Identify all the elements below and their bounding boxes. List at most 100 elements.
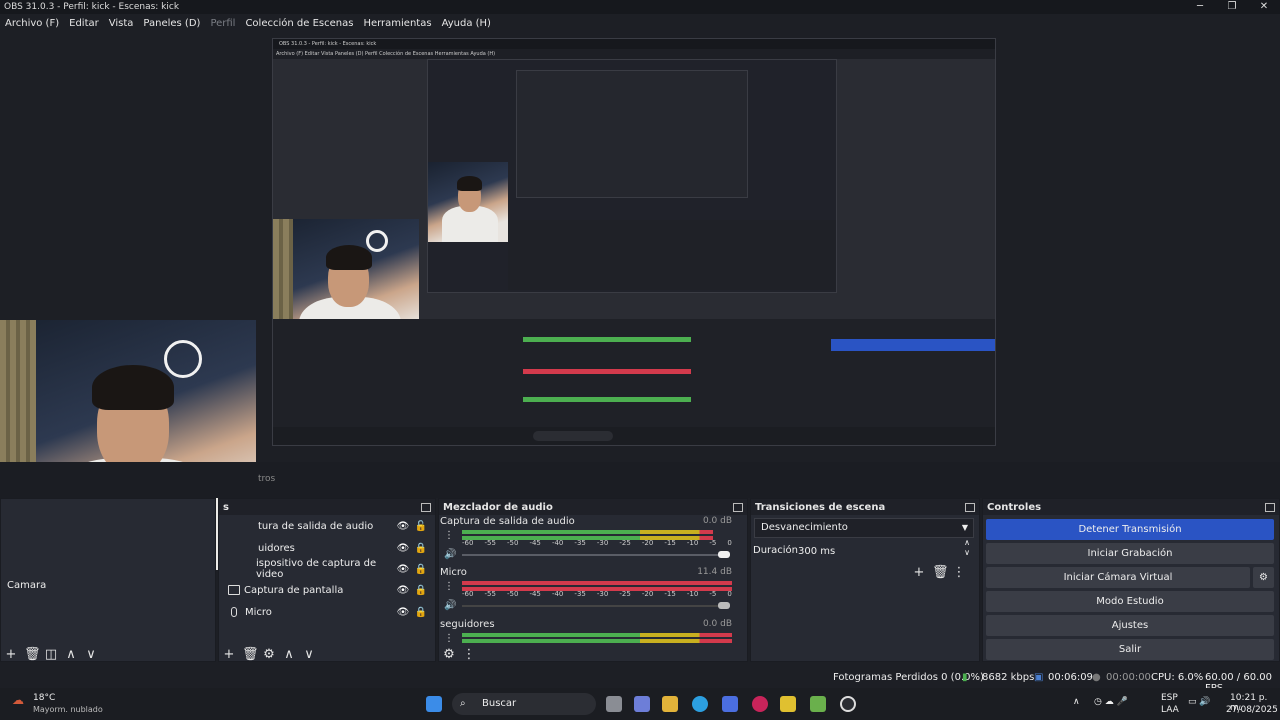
lock-icon[interactable]: 🔓 — [414, 521, 428, 532]
store-icon[interactable] — [722, 696, 738, 712]
network-sound-icons[interactable]: ▭ 🔊 — [1188, 697, 1211, 707]
up-arrow-icon[interactable]: ∧ — [64, 648, 78, 662]
stepper-icon[interactable]: ∧ ∨ — [964, 538, 970, 558]
close-button[interactable]: ✕ — [1248, 0, 1280, 14]
lang-bottom[interactable]: LAA — [1161, 705, 1179, 715]
lang-top[interactable]: ESP — [1161, 693, 1178, 703]
scale-tick: -50 — [506, 539, 519, 547]
scene-item-camara[interactable]: Camara — [2, 577, 212, 595]
speaker-icon[interactable]: 🔊 — [444, 549, 456, 560]
start-virtual-camera-button[interactable]: Iniciar Cámara Virtual — [986, 567, 1250, 588]
source-name: Micro — [245, 606, 272, 618]
tray-icons[interactable]: ◷ ☁ 🎤 — [1094, 697, 1128, 707]
duration-input[interactable]: 300 ms ∧ ∨ — [794, 538, 974, 562]
kebab-menu-icon[interactable]: ⋮ — [462, 648, 476, 662]
search-icon: ⌕ — [460, 698, 466, 709]
menu-help[interactable]: Ayuda (H) — [437, 18, 496, 29]
menu-profile[interactable]: Perfil — [205, 18, 240, 29]
kebab-menu-icon[interactable]: ⋮ — [444, 633, 454, 644]
trash-icon[interactable]: 🗑 — [24, 648, 41, 662]
source-row[interactable]: ispositivo de captura de video 👁 🔒 — [222, 558, 432, 580]
app-icon-green[interactable] — [810, 696, 826, 712]
transition-select[interactable]: Desvanecimiento ▼ — [754, 518, 974, 538]
taskbar-search[interactable]: ⌕ Buscar — [452, 693, 596, 715]
mixer-toolbar: ⚙ ⋮ — [442, 646, 476, 664]
nested-taskbar — [273, 427, 995, 445]
volume-knob[interactable] — [718, 551, 730, 558]
menu-docks[interactable]: Paneles (D) — [138, 18, 205, 29]
lock-icon[interactable]: 🔒 — [414, 564, 428, 575]
up-arrow-icon[interactable]: ∧ — [282, 648, 296, 662]
minimize-button[interactable]: ─ — [1184, 0, 1216, 14]
add-icon[interactable]: + — [222, 648, 236, 662]
source-row[interactable]: tura de salida de audio 👁 🔓 — [222, 516, 432, 536]
stop-streaming-button[interactable]: Detener Transmisión — [986, 519, 1274, 540]
obs-icon[interactable] — [840, 696, 856, 712]
scale-tick: -10 — [686, 590, 699, 598]
eye-icon[interactable]: 👁 — [396, 521, 410, 532]
undock-icon[interactable] — [421, 502, 431, 512]
app-icon[interactable] — [780, 696, 796, 712]
eye-icon[interactable]: 👁 — [396, 607, 410, 618]
eye-icon[interactable]: 👁 — [396, 564, 410, 575]
source-name: tura de salida de audio — [258, 520, 374, 532]
chevron-up-icon[interactable]: ∧ — [1073, 697, 1080, 707]
eye-icon[interactable]: 👁 — [396, 585, 410, 596]
settings-button[interactable]: Ajustes — [986, 615, 1274, 636]
menu-edit[interactable]: Editar — [64, 18, 104, 29]
add-icon[interactable]: + — [4, 648, 18, 662]
clock-date[interactable]: 27/08/2025 — [1226, 705, 1278, 715]
menu-view[interactable]: Vista — [104, 18, 139, 29]
down-arrow-icon[interactable]: ∨ — [302, 648, 316, 662]
filters-tab[interactable]: tros — [258, 474, 275, 484]
source-row[interactable]: Captura de pantalla 👁 🔒 — [222, 580, 432, 600]
source-row[interactable]: Micro 👁 🔒 — [222, 602, 432, 622]
down-arrow-icon[interactable]: ∨ — [84, 648, 98, 662]
opera-icon[interactable] — [752, 696, 768, 712]
meter-fill — [462, 530, 714, 534]
volume-slider[interactable] — [462, 551, 730, 558]
maximize-button[interactable]: ❐ — [1216, 0, 1248, 14]
menu-scene-collection[interactable]: Colección de Escenas — [240, 18, 358, 29]
add-icon[interactable]: + — [912, 566, 926, 580]
task-view-icon[interactable] — [606, 696, 622, 712]
meter-fill — [462, 633, 732, 637]
weather-temp[interactable]: 18°C — [33, 693, 55, 703]
weather-desc[interactable]: Mayorm. nublado — [33, 705, 103, 714]
trash-icon[interactable]: 🗑 — [242, 648, 259, 662]
filter-icon[interactable]: ◫ — [44, 648, 58, 662]
scale-tick: 0 — [727, 590, 732, 598]
lock-icon[interactable]: 🔒 — [414, 543, 428, 554]
virtual-camera-settings-button[interactable]: ⚙ — [1253, 567, 1274, 588]
volume-knob[interactable] — [718, 602, 730, 609]
meter-scale: -60 -55 -50 -45 -40 -35 -30 -25 -20 -15 -10 -5 0 — [462, 539, 732, 547]
undock-icon[interactable] — [1265, 502, 1275, 512]
lock-icon[interactable]: 🔒 — [414, 585, 428, 596]
studio-mode-button[interactable]: Modo Estudio — [986, 591, 1274, 612]
kebab-menu-icon[interactable]: ⋮ — [444, 530, 454, 541]
speaker-icon[interactable]: 🔊 — [444, 600, 456, 611]
exit-button[interactable]: Salir — [986, 639, 1274, 660]
scale-tick: -5 — [709, 590, 717, 598]
source-row[interactable]: uidores 👁 🔒 — [222, 538, 432, 558]
menu-tools[interactable]: Herramientas — [358, 18, 436, 29]
edge-icon[interactable] — [692, 696, 708, 712]
file-explorer-icon[interactable] — [662, 696, 678, 712]
undock-icon[interactable] — [965, 502, 975, 512]
copilot-icon[interactable] — [634, 696, 650, 712]
undock-icon[interactable] — [733, 502, 743, 512]
menu-file[interactable]: Archivo (F) — [0, 18, 64, 29]
kebab-menu-icon[interactable]: ⋮ — [444, 581, 454, 592]
scale-tick: -15 — [664, 539, 676, 547]
nested-meter-3 — [523, 397, 691, 402]
start-recording-button[interactable]: Iniciar Grabación — [986, 543, 1274, 564]
gear-icon[interactable]: ⚙ — [262, 648, 276, 662]
volume-slider[interactable] — [462, 602, 730, 609]
windows-start-icon[interactable] — [426, 696, 442, 712]
eye-icon[interactable]: 👁 — [396, 543, 410, 554]
scale-tick: -15 — [664, 590, 676, 598]
advanced-audio-icon[interactable]: ⚙ — [442, 648, 456, 662]
trash-icon[interactable]: 🗑 — [932, 566, 949, 580]
lock-icon[interactable]: 🔒 — [414, 607, 428, 618]
kebab-menu-icon[interactable]: ⋮ — [952, 566, 966, 580]
